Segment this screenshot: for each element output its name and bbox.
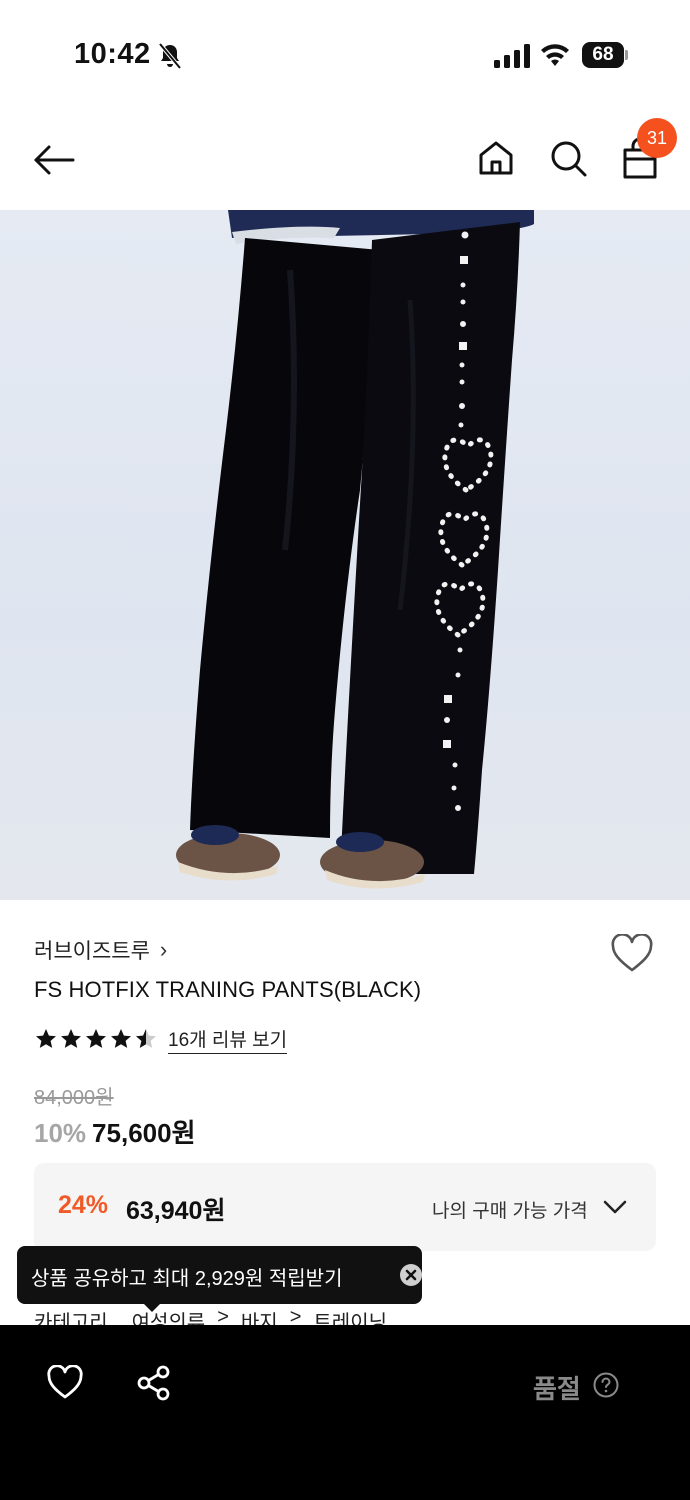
bell-off-icon bbox=[158, 42, 182, 70]
back-arrow-icon[interactable] bbox=[30, 140, 78, 180]
sold-out-label: 품절 bbox=[533, 1374, 581, 1404]
close-icon[interactable] bbox=[399, 1263, 423, 1287]
signal-icon bbox=[494, 44, 530, 68]
heart-icon[interactable] bbox=[46, 1365, 84, 1401]
top-navigation bbox=[0, 110, 690, 210]
battery-indicator: 68 bbox=[582, 42, 628, 68]
original-price: 84,000원 bbox=[34, 1087, 114, 1109]
help-icon[interactable] bbox=[593, 1372, 619, 1398]
sale-price: 75,600원 bbox=[92, 1118, 196, 1148]
status-time: 10:42 bbox=[74, 38, 151, 70]
my-discount-rate: 24% bbox=[58, 1191, 109, 1219]
discount-rate: 10% bbox=[34, 1118, 87, 1148]
rating-row: 16개 리뷰 보기 bbox=[34, 1024, 288, 1054]
my-price-dropdown[interactable]: 24% 63,940원 나의 구매 가능 가격 bbox=[34, 1163, 656, 1251]
star-icon bbox=[61, 1029, 81, 1048]
share-icon[interactable] bbox=[136, 1365, 172, 1401]
sale-price-row: 10% 75,600원 bbox=[34, 1113, 196, 1150]
star-icon bbox=[111, 1029, 131, 1048]
home-icon[interactable] bbox=[476, 138, 516, 178]
pants-illustration bbox=[176, 210, 534, 889]
rating-stars bbox=[34, 1027, 158, 1051]
my-price: 63,940원 bbox=[126, 1197, 226, 1225]
star-icon bbox=[86, 1029, 106, 1048]
heart-icon[interactable] bbox=[610, 934, 654, 974]
brand-name: 러브이즈트루 bbox=[34, 940, 150, 963]
search-icon[interactable] bbox=[548, 138, 588, 178]
cart-count-badge: 31 bbox=[637, 118, 677, 158]
tooltip-arrow bbox=[142, 1302, 162, 1312]
chevron-down-icon bbox=[603, 1200, 627, 1214]
review-link[interactable]: 16개 리뷰 보기 bbox=[168, 1025, 288, 1054]
brand-link[interactable]: 러브이즈트루 › bbox=[34, 935, 167, 965]
wifi-icon bbox=[541, 44, 569, 66]
battery-level: 68 bbox=[582, 42, 624, 68]
my-price-label: 나의 구매 가능 가격 bbox=[432, 1201, 588, 1222]
half-star-icon bbox=[136, 1029, 156, 1048]
status-bar: 10:42 68 bbox=[0, 0, 690, 110]
product-image[interactable] bbox=[0, 210, 690, 900]
bottom-action-bar: 품절 bbox=[0, 1325, 690, 1500]
share-reward-tooltip[interactable]: 상품 공유하고 최대 2,929원 적립받기 bbox=[17, 1246, 422, 1304]
chevron-right-icon: › bbox=[159, 937, 168, 962]
star-icon bbox=[36, 1029, 56, 1048]
tooltip-text: 상품 공유하고 최대 2,929원 적립받기 bbox=[31, 1268, 343, 1290]
product-title: FS HOTFIX TRANING PANTS(BLACK) bbox=[34, 977, 422, 1002]
